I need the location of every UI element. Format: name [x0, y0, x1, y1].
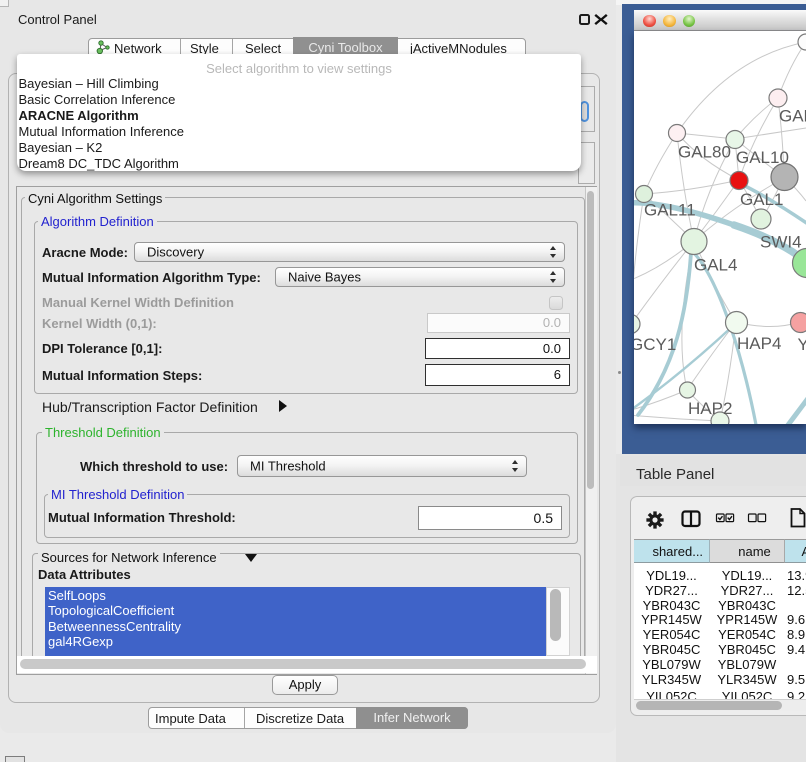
svg-text:HAP4: HAP4	[737, 334, 781, 353]
svg-text:SWI4: SWI4	[760, 233, 802, 252]
svg-text:GAL80: GAL80	[678, 143, 731, 162]
svg-text:GCY1: GCY1	[634, 335, 676, 354]
svg-text:GAL2: GAL2	[779, 107, 806, 126]
svg-text:GAL11: GAL11	[644, 201, 696, 220]
svg-text:GAL4: GAL4	[694, 256, 737, 275]
svg-text:Y: Y	[798, 335, 806, 354]
svg-text:HAP2: HAP2	[688, 399, 732, 418]
svg-text:GAL10: GAL10	[736, 148, 789, 167]
svg-text:GAL1: GAL1	[740, 190, 783, 209]
